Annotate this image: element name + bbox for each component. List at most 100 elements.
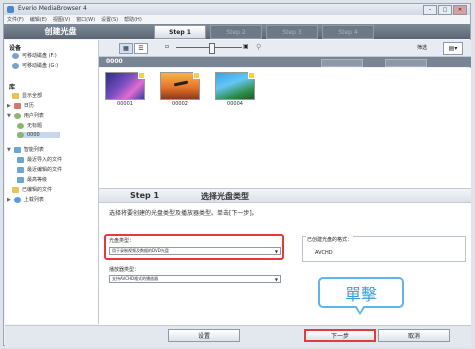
thumbnail-caption: 00004: [227, 101, 243, 107]
view-toolbar: ▦ ☰ ▫ ▣ ⚲ 筛选 ▤▾: [99, 40, 471, 57]
thumbnail-item[interactable]: 00001: [105, 72, 145, 108]
menu-view[interactable]: 视图(V): [53, 16, 70, 23]
search-icon[interactable]: ⚲: [256, 43, 261, 51]
sidebar-item-recent-import[interactable]: 最近导入的文件: [17, 156, 62, 163]
library-heading: 库: [9, 84, 16, 91]
sidebar-item-drive-f[interactable]: 可移动磁盘 (F:): [12, 52, 57, 59]
selected-checkbox[interactable]: [248, 72, 255, 79]
expand-arrow-icon[interactable]: ▶: [7, 103, 11, 109]
sidebar-item-untitled[interactable]: 无标题: [17, 122, 42, 129]
zoom-slider-thumb[interactable]: [209, 43, 216, 54]
callout-pointer-fill: [356, 305, 364, 312]
collapse-arrow-icon[interactable]: ▼: [7, 113, 11, 119]
zoom-in-icon[interactable]: ▣: [243, 43, 249, 50]
maximize-button[interactable]: □: [438, 5, 452, 15]
smart-list-icon: [13, 146, 21, 153]
player-type-value: 支持AVCHD格式的播放器: [112, 276, 159, 281]
disc-type-value: 用于录制视频及数据的DVD光盘: [112, 248, 169, 253]
step-label: Step 1: [130, 191, 160, 200]
calendar-icon: [13, 102, 21, 109]
step-tab-4: Step 4: [322, 25, 374, 39]
edited-files-icon: [12, 186, 19, 193]
menu-file[interactable]: 文件(F): [7, 16, 24, 23]
filter-label[interactable]: 筛选: [417, 44, 427, 51]
sidebar-item-calendar[interactable]: ▶ 日历: [7, 102, 34, 109]
window-controls: – □ ✕: [423, 5, 467, 15]
header-button-1[interactable]: [321, 59, 363, 67]
sidebar-item-show-all[interactable]: 显示全部: [12, 92, 42, 99]
step-panel: Step 1 选择光盘类型 选择将要创建的光盘类型及播放器类型。单击[下一步]。…: [99, 188, 471, 325]
smart-list-icon: [17, 176, 24, 183]
dropdown-arrow-icon: ▼: [274, 277, 278, 282]
sidebar-item-edited-files[interactable]: 已编辑的文件: [12, 186, 52, 193]
footer-bar: 设置 下一步 取消: [5, 325, 471, 347]
disc-format-value: AVCHD: [315, 250, 333, 256]
sidebar-item-user-list[interactable]: ▼ 用户列表: [7, 112, 44, 119]
next-button[interactable]: 下一步: [304, 329, 376, 342]
thumbnail-caption: 00002: [172, 101, 188, 107]
step-tabs: Step 1 Step 2 Step 3 Step 4: [154, 25, 374, 39]
smart-list-icon: [17, 156, 24, 163]
selected-checkbox[interactable]: [193, 72, 200, 79]
sidebar-item-upload-list[interactable]: ▶ 上载列表: [7, 196, 44, 203]
list-icon: ☰: [138, 45, 144, 52]
disk-icon: [12, 52, 19, 59]
sidebar-item-recent-edit[interactable]: 最近编辑的文件: [17, 166, 62, 173]
click-callout: 單擊: [318, 277, 404, 308]
player-type-select[interactable]: 支持AVCHD格式的播放器 ▼: [109, 275, 281, 283]
cancel-button[interactable]: 取消: [378, 329, 450, 342]
video-thumbnail[interactable]: [160, 72, 200, 100]
user-list-icon: [13, 112, 21, 119]
devices-heading: 设备: [9, 45, 22, 52]
thumbnail-item[interactable]: 00004: [215, 72, 255, 108]
video-thumbnail[interactable]: [105, 72, 145, 100]
mode-title: 创建光盘: [44, 27, 77, 36]
user-icon: [17, 122, 24, 129]
step-tab-3: Step 3: [266, 25, 318, 39]
list-view-button[interactable]: ☰: [134, 43, 148, 54]
sidebar-item-smart-list[interactable]: ▼ 智能列表: [7, 146, 44, 153]
thumbnail-area: 00001 00002 00004: [99, 68, 471, 188]
thumbnail-caption: 00001: [117, 101, 133, 107]
step-title: 选择光盘类型: [201, 192, 249, 201]
disc-type-label: 光盘类型：: [109, 238, 135, 244]
close-button[interactable]: ✕: [453, 5, 467, 15]
step-bar: 创建光盘 Step 1 Step 2 Step 3 Step 4: [4, 24, 470, 39]
folder-name: 0000: [106, 58, 123, 65]
window-title: Everio MediaBrowser 4: [18, 5, 87, 12]
disc-format-box: 已创建光盘的格式： AVCHD: [302, 236, 466, 262]
menu-settings[interactable]: 设置(S): [101, 16, 118, 23]
header-button-2[interactable]: [385, 59, 427, 67]
grid-icon: ▦: [123, 45, 129, 52]
disc-type-select[interactable]: 用于录制视频及数据的DVD光盘 ▼: [109, 247, 281, 255]
sort-button[interactable]: ▤▾: [443, 42, 463, 55]
settings-button[interactable]: 设置: [168, 329, 240, 342]
player-type-label: 播放器类型：: [109, 267, 140, 273]
step-tab-2: Step 2: [210, 25, 262, 39]
video-thumbnail[interactable]: [215, 72, 255, 100]
dropdown-arrow-icon: ▼: [274, 249, 278, 254]
folder-icon: [12, 92, 19, 99]
sidebar-item-0000[interactable]: 0000: [17, 132, 60, 138]
thumbnail-item[interactable]: 00002: [160, 72, 200, 108]
menu-edit[interactable]: 编辑(E): [30, 16, 47, 23]
collapse-arrow-icon[interactable]: ▼: [7, 147, 11, 153]
disk-icon: [12, 62, 19, 69]
upload-icon: [13, 196, 21, 203]
airplane-image: [173, 80, 189, 87]
minimize-button[interactable]: –: [423, 5, 437, 15]
step-tab-1: Step 1: [154, 25, 206, 39]
menu-help[interactable]: 帮助(H): [124, 16, 142, 23]
expand-arrow-icon[interactable]: ▶: [7, 197, 11, 203]
zoom-out-icon[interactable]: ▫: [165, 43, 169, 50]
menu-window[interactable]: 窗口(W): [76, 16, 95, 23]
step-panel-header: Step 1 选择光盘类型: [99, 189, 471, 203]
app-icon: [7, 6, 14, 13]
menu-bar: 文件(F) 编辑(E) 视图(V) 窗口(W) 设置(S) 帮助(H): [4, 15, 473, 23]
sidebar-item-top-rated[interactable]: 最高等级: [17, 176, 47, 183]
sidebar-item-drive-g[interactable]: 可移动磁盘 (G:): [12, 62, 58, 69]
selected-checkbox[interactable]: [138, 72, 145, 79]
sidebar: 设备 可移动磁盘 (F:) 可移动磁盘 (G:) 库 显示全部 ▶ 日历 ▼ 用…: [5, 40, 99, 324]
thumbnail-view-button[interactable]: ▦: [119, 43, 133, 54]
disc-format-label: 已创建光盘的格式：: [306, 236, 354, 243]
